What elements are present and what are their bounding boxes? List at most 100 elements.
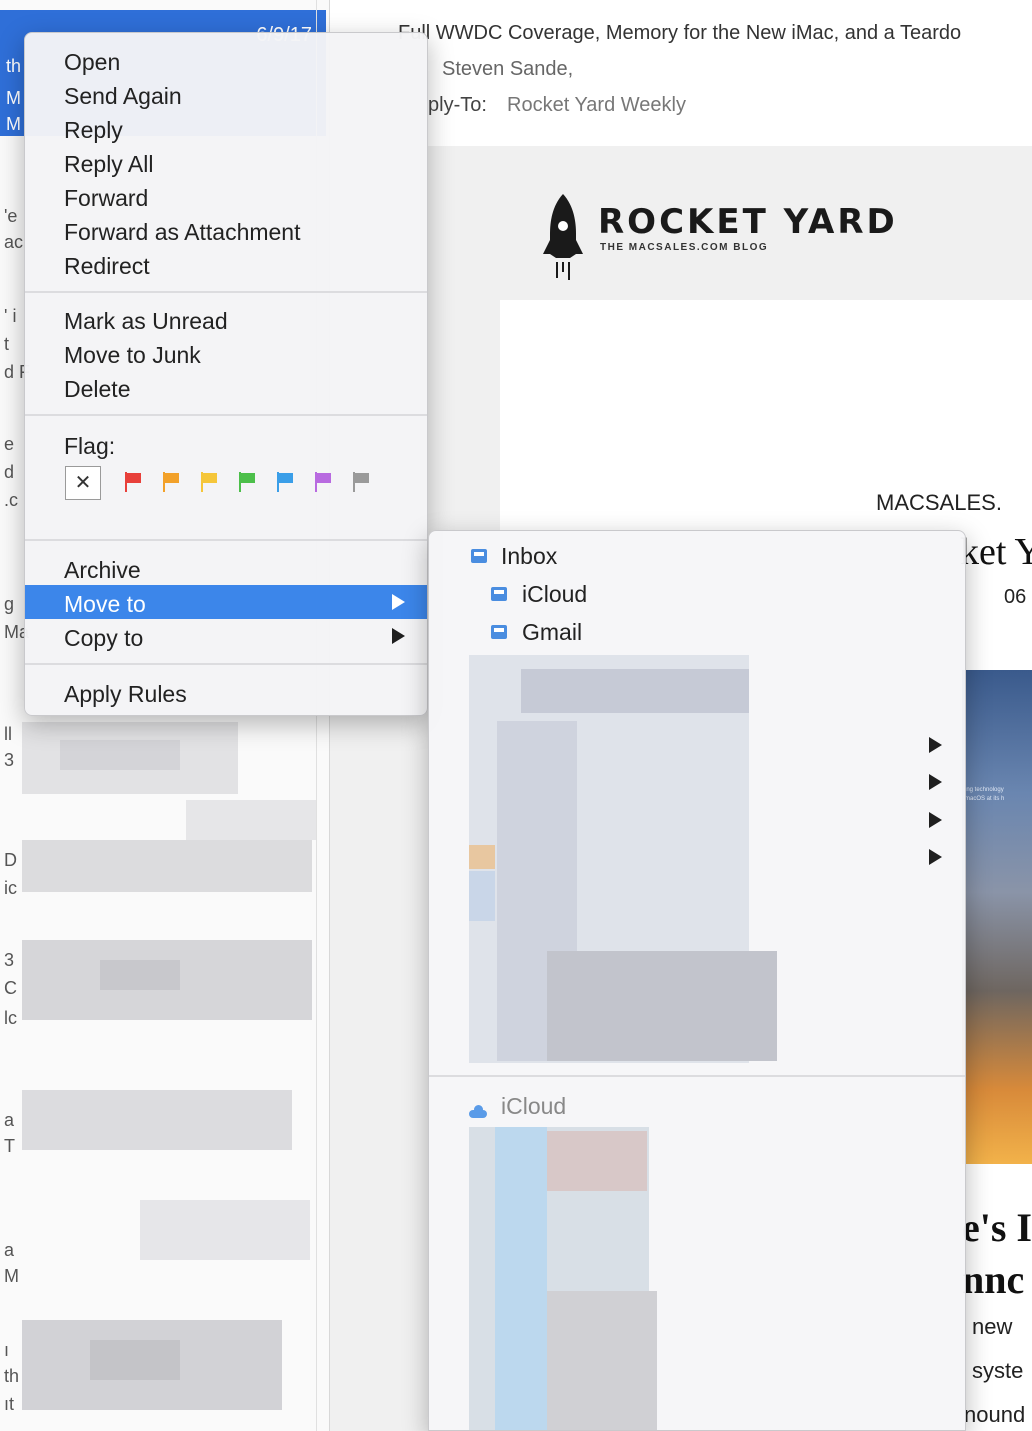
menu-item-label: Redirect xyxy=(64,253,150,279)
menu-item-open[interactable]: Open xyxy=(25,43,427,77)
redacted-preview xyxy=(140,1200,310,1260)
account-section-icloud: iCloud xyxy=(501,1093,567,1119)
menu-item-move-to-junk[interactable]: Move to Junk xyxy=(25,336,427,370)
menu-item-reply[interactable]: Reply xyxy=(25,111,427,145)
menu-item-label: Send Again xyxy=(64,83,182,109)
flag-red-icon[interactable] xyxy=(123,472,143,494)
reply-to-value[interactable]: Rocket Yard Weekly xyxy=(507,94,686,117)
message-from[interactable]: Steven Sande, xyxy=(442,58,573,81)
menu-item-label: Apply Rules xyxy=(64,681,187,707)
newsletter-title: ket Y xyxy=(960,531,1032,573)
submenu-arrow-icon[interactable] xyxy=(929,812,942,828)
flag-purple-icon[interactable] xyxy=(313,472,333,494)
inbox-tray-slot xyxy=(494,628,504,632)
flag-cloth xyxy=(317,473,331,483)
message-fragment: e xyxy=(4,434,15,454)
message-fragment: M xyxy=(4,1266,19,1286)
flag-orange-icon[interactable] xyxy=(161,472,181,494)
message-fragment: th xyxy=(4,1366,20,1386)
flag-cloth xyxy=(355,473,369,483)
message-fragment: C xyxy=(4,978,17,998)
message-fragment: .c xyxy=(4,490,19,510)
menu-item-forward[interactable]: Forward xyxy=(25,179,427,213)
message-fragment: ı xyxy=(4,1340,10,1360)
submenu-arrow-icon xyxy=(392,628,405,644)
newsletter-body-text: syste xyxy=(972,1358,1024,1383)
message-fragment: ' i xyxy=(4,306,17,326)
inbox-tray-icon xyxy=(491,587,507,601)
cloud-icon xyxy=(469,1105,487,1118)
flag-cloth xyxy=(127,473,141,483)
newsletter-headline[interactable]: e's I xyxy=(962,1204,1032,1251)
hero-image-caption-line: macOS at its h xyxy=(965,796,1005,802)
menu-item-mark-as-unread[interactable]: Mark as Unread xyxy=(25,302,427,336)
flag-cloth xyxy=(203,473,217,483)
flag-blue-icon[interactable] xyxy=(275,472,295,494)
clear-flag-button[interactable]: ✕ xyxy=(65,466,101,500)
flag-cloth xyxy=(279,473,293,483)
menu-item-apply-rules[interactable]: Apply Rules xyxy=(25,675,427,709)
submenu-arrow-icon[interactable] xyxy=(929,774,942,790)
message-fragment: t xyxy=(4,334,10,354)
menu-separator xyxy=(25,663,427,665)
menu-item-label: Copy to xyxy=(64,625,144,651)
menu-item-label: Move to Junk xyxy=(64,342,201,368)
mailbox-inbox-gmail[interactable]: Gmail xyxy=(429,615,965,649)
menu-item-redirect[interactable]: Redirect xyxy=(25,247,427,281)
message-fragment: ac xyxy=(4,232,24,252)
flag-yellow-icon[interactable] xyxy=(199,472,219,494)
menu-item-move-to[interactable]: Move to xyxy=(25,585,427,619)
menu-item-copy-to[interactable]: Copy to xyxy=(25,619,427,653)
redacted-mailboxes xyxy=(547,1291,657,1430)
menu-item-label: Forward xyxy=(64,185,149,211)
newsletter-hero-image[interactable] xyxy=(962,670,1032,1164)
message-fragment: 'e xyxy=(4,206,18,226)
mailbox-label: Gmail xyxy=(522,619,583,645)
cloud-top xyxy=(474,1105,483,1114)
message-fragment: D xyxy=(4,850,17,870)
mailbox-label: iCloud xyxy=(522,581,588,607)
hero-image-caption: ing technology macOS at its h xyxy=(965,786,1004,804)
redacted-mailboxes xyxy=(469,845,495,869)
redacted-preview xyxy=(60,740,180,770)
menu-separator xyxy=(25,539,427,541)
mailbox-label: Inbox xyxy=(501,543,558,569)
newsletter-macsales: MACSALES. xyxy=(876,490,1002,515)
inbox-tray-slot xyxy=(474,552,484,556)
hero-image-caption-line: ing technology xyxy=(965,787,1004,793)
menu-item-delete[interactable]: Delete xyxy=(25,370,427,404)
message-subject: Full WWDC Coverage, Memory for the New i… xyxy=(398,22,962,44)
menu-item-label: Reply xyxy=(64,117,123,143)
message-fragment: 3 xyxy=(4,750,15,770)
menu-separator xyxy=(25,291,427,293)
menu-item-label: Mark as Unread xyxy=(64,308,228,334)
submenu-separator xyxy=(429,1075,965,1077)
newsletter-headline[interactable]: nnc xyxy=(962,1256,1024,1303)
menu-item-send-again[interactable]: Send Again xyxy=(25,77,427,111)
context-menu: Open Send Again Reply Reply All Forward … xyxy=(24,32,428,716)
redacted-preview xyxy=(100,960,180,990)
submenu-arrow-icon[interactable] xyxy=(929,737,942,753)
inbox-tray-slot xyxy=(494,590,504,594)
menu-item-reply-all[interactable]: Reply All xyxy=(25,145,427,179)
flag-gray-icon[interactable] xyxy=(351,472,371,494)
inbox-tray-icon xyxy=(491,625,507,639)
message-fragment: a xyxy=(4,1240,15,1260)
menu-item-archive[interactable]: Archive xyxy=(25,551,427,585)
redacted-mailboxes xyxy=(547,951,777,1061)
redacted-preview xyxy=(186,800,316,840)
message-fragment: a xyxy=(4,1110,15,1130)
inbox-tray-icon xyxy=(471,549,487,563)
redacted-preview xyxy=(22,840,312,892)
submenu-arrow-icon[interactable] xyxy=(929,849,942,865)
mailbox-inbox-icloud[interactable]: iCloud xyxy=(429,577,965,611)
message-fragment: lc xyxy=(4,1008,17,1028)
message-fragment: M xyxy=(6,114,21,134)
flag-green-icon[interactable] xyxy=(237,472,257,494)
mailbox-inbox[interactable]: Inbox xyxy=(429,539,965,573)
message-fragment: T xyxy=(4,1136,15,1156)
menu-item-label: Open xyxy=(64,49,121,75)
menu-item-forward-as-attachment[interactable]: Forward as Attachment xyxy=(25,213,427,247)
newsletter-body-text: new xyxy=(972,1314,1013,1339)
redacted-mailboxes xyxy=(495,1127,547,1430)
